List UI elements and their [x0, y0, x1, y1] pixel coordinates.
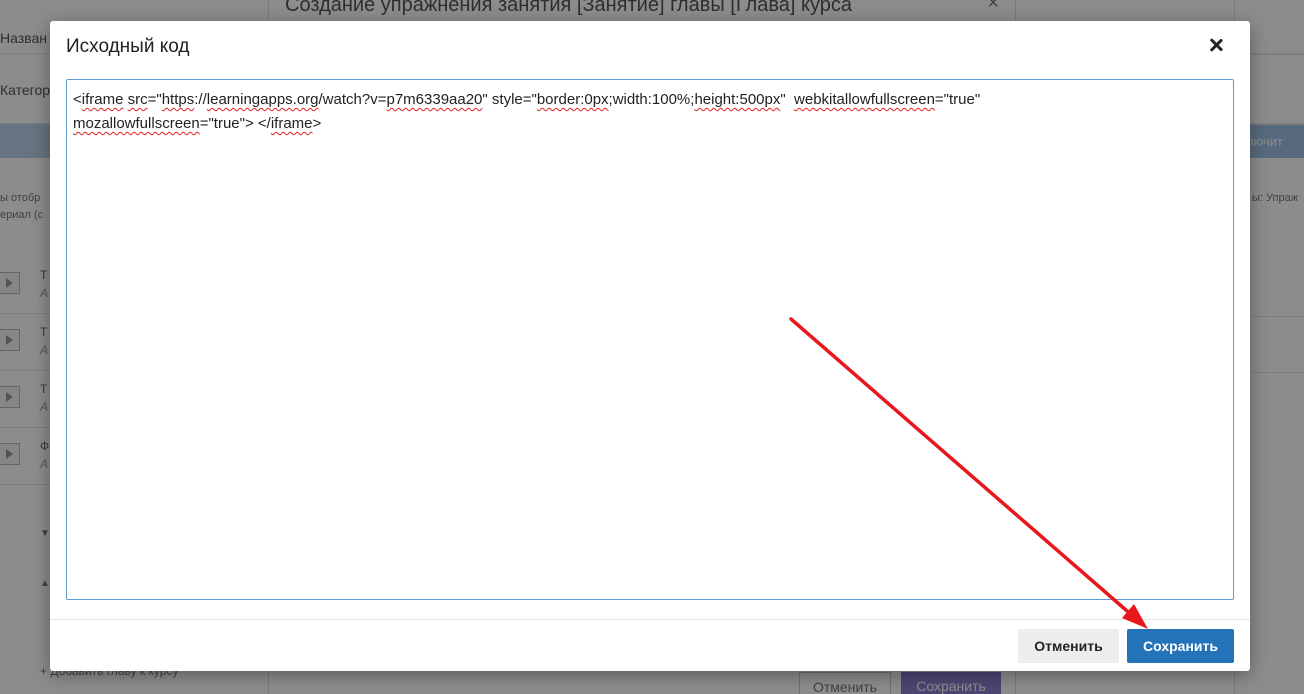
dialog-title: Исходный код: [66, 36, 190, 57]
code-token: ://: [194, 91, 207, 108]
cancel-button[interactable]: Отменить: [1018, 629, 1119, 663]
code-token: ="true": [934, 91, 981, 108]
code-token: <: [73, 91, 82, 108]
code-line-1: <iframe src="https://learningapps.org/wa…: [73, 88, 1227, 112]
code-token: border:0px: [536, 91, 609, 108]
dialog-header: Исходный код: [50, 21, 1250, 73]
code-token: https: [161, 91, 195, 108]
code-token: learningapps.org: [206, 91, 319, 108]
code-line-2: mozallowfullscreen="true"> </iframe>: [73, 112, 1227, 136]
code-token: src: [127, 91, 148, 108]
code-token: height:500px: [694, 91, 781, 108]
code-token: /watch?v=: [318, 91, 387, 108]
code-token: p7m6339aa20: [386, 91, 483, 108]
code-token: iframe: [270, 115, 313, 132]
code-token: ;width:100%;: [608, 91, 695, 108]
dialog-footer: Отменить Сохранить: [50, 619, 1250, 671]
code-token: ="true"> </: [199, 115, 271, 132]
code-token: ": [780, 91, 795, 108]
close-icon[interactable]: [1206, 35, 1226, 55]
code-token: mozallowfullscreen: [73, 115, 200, 132]
source-code-textarea[interactable]: <iframe src="https://learningapps.org/wa…: [66, 79, 1234, 600]
source-code-dialog: Исходный код <iframe src="https://learni…: [50, 21, 1250, 671]
code-token: >: [312, 115, 322, 132]
code-token: webkitallowfullscreen: [794, 91, 935, 108]
code-token: iframe: [81, 91, 124, 108]
code-token: " style=": [482, 91, 537, 108]
save-button[interactable]: Сохранить: [1127, 629, 1234, 663]
code-token: =": [147, 91, 162, 108]
